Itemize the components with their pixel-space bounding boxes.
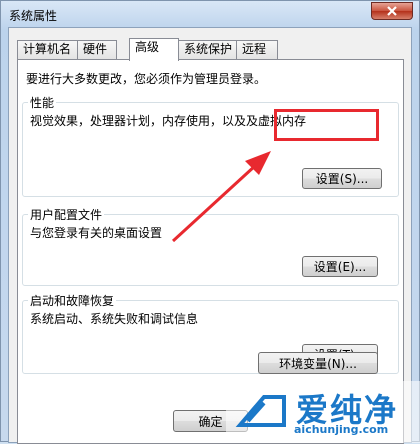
close-button[interactable] bbox=[371, 2, 413, 20]
tab-hardware[interactable]: 硬件 bbox=[77, 40, 117, 59]
title-bar[interactable]: 系统属性 bbox=[1, 1, 419, 27]
close-icon bbox=[387, 6, 397, 16]
startup-recovery-title: 启动和故障恢复 bbox=[28, 292, 117, 309]
startup-recovery-description: 系统启动、系统失败和调试信息 bbox=[30, 312, 199, 326]
window-title: 系统属性 bbox=[9, 9, 58, 23]
user-profiles-title: 用户配置文件 bbox=[28, 206, 105, 223]
highlight-box bbox=[274, 109, 379, 141]
tab-remote[interactable]: 远程 bbox=[236, 40, 278, 59]
user-profiles-group: 用户配置文件 与您登录有关的桌面设置 设置(E)... bbox=[22, 206, 399, 286]
site-watermark: 爱纯净 aichunjing.com bbox=[226, 381, 420, 443]
tab-advanced[interactable]: 高级 bbox=[129, 38, 179, 61]
performance-description: 视觉效果，处理器计划，内存使用，以及及虚拟内存 bbox=[30, 114, 307, 128]
watermark-url: aichunjing.com bbox=[294, 423, 389, 436]
tab-computer-name[interactable]: 计算机名 bbox=[17, 40, 78, 59]
environment-variables-button[interactable]: 环境变量(N)... bbox=[258, 352, 378, 374]
system-properties-window: 系统属性 计算机名 硬件 高级 系统保护 远程 要进行大多数更改，您必须作为管理… bbox=[0, 0, 420, 444]
performance-settings-button[interactable]: 设置(S)... bbox=[302, 168, 382, 189]
admin-notice: 要进行大多数更改，您必须作为管理员登录。 bbox=[26, 72, 267, 86]
performance-title: 性能 bbox=[28, 94, 57, 111]
user-profiles-description: 与您登录有关的桌面设置 bbox=[30, 226, 163, 240]
watermark-logo-icon bbox=[235, 395, 286, 427]
user-profiles-settings-button[interactable]: 设置(E)... bbox=[302, 256, 378, 277]
tab-system-protection[interactable]: 系统保护 bbox=[178, 40, 237, 59]
